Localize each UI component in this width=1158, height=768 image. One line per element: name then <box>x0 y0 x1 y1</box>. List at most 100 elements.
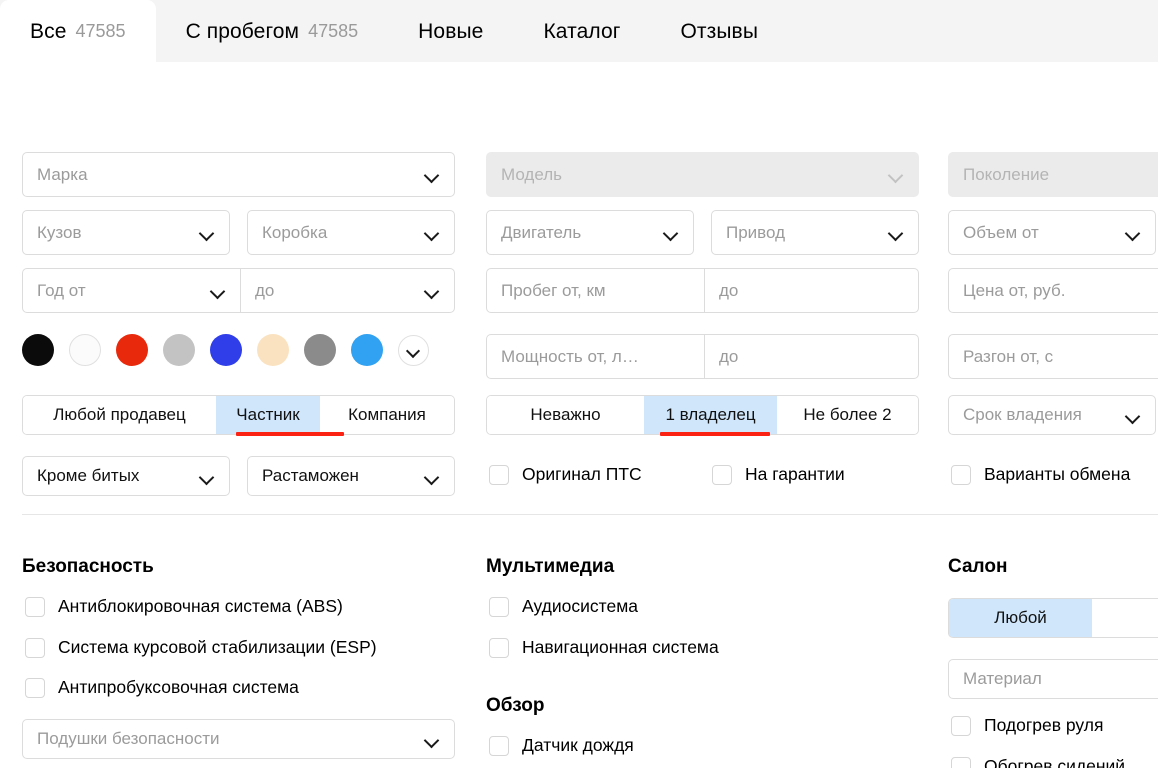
volume-from-placeholder: Объем от <box>963 223 1118 243</box>
generation-select[interactable]: Поколение <box>948 152 1158 197</box>
checkbox-label: Аудиосистема <box>522 596 638 617</box>
checkbox-heated-seats[interactable]: Обогрев сидений <box>951 756 1125 768</box>
power-from-input[interactable]: Мощность от, л… <box>487 335 704 378</box>
accel-range-group: Разгон от, с <box>948 334 1158 379</box>
tab-used-label: С пробегом <box>186 21 300 42</box>
checkbox-label: Датчик дождя <box>522 735 634 756</box>
year-to-placeholder: до <box>255 281 417 301</box>
mileage-from-input[interactable]: Пробег от, км <box>487 269 704 312</box>
tab-all-count: 47585 <box>76 22 126 40</box>
owners-option-any[interactable]: Неважно <box>487 396 644 434</box>
owners-option-max-two[interactable]: Не более 2 <box>777 396 918 434</box>
model-select[interactable]: Модель <box>486 152 919 197</box>
checkbox-audio-system[interactable]: Аудиосистема <box>489 596 638 617</box>
section-divider <box>22 514 1158 515</box>
section-title-review: Обзор <box>486 695 544 717</box>
checkbox-label: На гарантии <box>745 464 845 485</box>
tab-all-label: Все <box>30 21 67 42</box>
mileage-to-input[interactable]: до <box>704 269 918 312</box>
gearbox-select[interactable]: Коробка <box>247 210 455 255</box>
checkbox-box <box>712 465 732 485</box>
seller-option-company[interactable]: Компания <box>320 396 454 434</box>
damage-select[interactable]: Кроме битых <box>22 456 230 496</box>
seller-option-any[interactable]: Любой продавец <box>23 396 216 434</box>
color-swatch-grey[interactable] <box>304 334 336 366</box>
checkbox-label: Система курсовой стабилизации (ESP) <box>58 637 377 658</box>
drive-select[interactable]: Привод <box>711 210 919 255</box>
tab-catalog[interactable]: Каталог <box>513 0 650 62</box>
body-select-placeholder: Кузов <box>37 223 192 243</box>
power-to-placeholder: до <box>719 347 904 367</box>
checkbox-box <box>489 736 509 756</box>
mark-select[interactable]: Марка <box>22 152 455 197</box>
chevron-down-icon <box>1126 411 1141 420</box>
checkbox-label: Обогрев сидений <box>984 756 1125 768</box>
color-swatch-black[interactable] <box>22 334 54 366</box>
tab-new[interactable]: Новые <box>388 0 513 62</box>
checkbox-abs[interactable]: Антиблокировочная система (ABS) <box>25 596 343 617</box>
section-title-safety: Безопасность <box>22 556 154 578</box>
customs-select[interactable]: Растаможен <box>247 456 455 496</box>
ownership-term-select[interactable]: Срок владения <box>948 395 1156 435</box>
volume-from-select[interactable]: Объем от <box>948 210 1156 255</box>
price-from-input[interactable]: Цена от, руб. <box>949 269 1158 312</box>
chevron-down-icon <box>425 472 440 481</box>
year-from-select[interactable]: Год от <box>23 269 240 312</box>
drive-select-placeholder: Привод <box>726 223 881 243</box>
power-to-input[interactable]: до <box>704 335 918 378</box>
interior-option-light[interactable]: Све <box>1092 599 1158 637</box>
checkbox-label: Оригинал ПТС <box>522 464 642 485</box>
seller-option-private[interactable]: Частник <box>216 396 320 434</box>
owners-option-one[interactable]: 1 владелец <box>644 396 777 434</box>
checkbox-rain-sensor[interactable]: Датчик дождя <box>489 735 634 756</box>
chevron-down-icon <box>425 228 440 237</box>
chevron-down-icon <box>889 170 904 179</box>
tab-bar: Все 47585 С пробегом 47585 Новые Каталог… <box>0 0 1158 62</box>
color-more-button[interactable] <box>398 335 429 366</box>
checkbox-exchange-options[interactable]: Варианты обмена <box>951 464 1130 485</box>
checkbox-esp[interactable]: Система курсовой стабилизации (ESP) <box>25 637 377 658</box>
chevron-down-icon <box>425 286 440 295</box>
tab-used-count: 47585 <box>308 22 358 40</box>
checkbox-box <box>951 465 971 485</box>
customs-select-value: Растаможен <box>262 466 417 486</box>
interior-option-any[interactable]: Любой <box>949 599 1092 637</box>
checkbox-original-pts[interactable]: Оригинал ПТС <box>489 464 642 485</box>
checkbox-box <box>25 597 45 617</box>
material-select[interactable]: Материал <box>948 659 1158 699</box>
color-swatch-silver[interactable] <box>163 334 195 366</box>
checkbox-traction-control[interactable]: Антипробуксовочная система <box>25 677 299 698</box>
tab-all[interactable]: Все 47585 <box>0 0 156 62</box>
chevron-down-icon <box>407 346 420 354</box>
checkbox-heated-steering-wheel[interactable]: Подогрев руля <box>951 715 1103 736</box>
body-select[interactable]: Кузов <box>22 210 230 255</box>
year-to-select[interactable]: до <box>240 269 454 312</box>
color-swatch-skyblue[interactable] <box>351 334 383 366</box>
section-title-multimedia: Мультимедиа <box>486 556 614 578</box>
chevron-down-icon <box>211 286 226 295</box>
year-from-placeholder: Год от <box>37 281 203 301</box>
section-title-interior: Салон <box>948 556 1007 578</box>
airbags-select[interactable]: Подушки безопасности <box>22 719 455 759</box>
color-swatch-red[interactable] <box>116 334 148 366</box>
checkbox-warranty[interactable]: На гарантии <box>712 464 845 485</box>
mileage-from-placeholder: Пробег от, км <box>501 281 690 301</box>
chevron-down-icon <box>425 170 440 179</box>
generation-select-placeholder: Поколение <box>963 165 1158 185</box>
tab-reviews[interactable]: Отзывы <box>650 0 788 62</box>
accel-from-input[interactable]: Разгон от, с <box>949 335 1158 378</box>
seller-annotation-underline <box>236 432 344 436</box>
color-swatch-beige[interactable] <box>257 334 289 366</box>
checkbox-label: Варианты обмена <box>984 464 1130 485</box>
engine-select[interactable]: Двигатель <box>486 210 694 255</box>
checkbox-box <box>951 716 971 736</box>
color-swatch-white[interactable] <box>69 334 101 366</box>
checkbox-box <box>25 638 45 658</box>
tab-new-label: Новые <box>418 21 483 42</box>
tab-used[interactable]: С пробегом 47585 <box>156 0 389 62</box>
ownership-term-placeholder: Срок владения <box>963 405 1118 425</box>
checkbox-navigation-system[interactable]: Навигационная система <box>489 637 719 658</box>
color-swatch-blue[interactable] <box>210 334 242 366</box>
power-range-group: Мощность от, л… до <box>486 334 919 379</box>
model-select-placeholder: Модель <box>501 165 881 185</box>
